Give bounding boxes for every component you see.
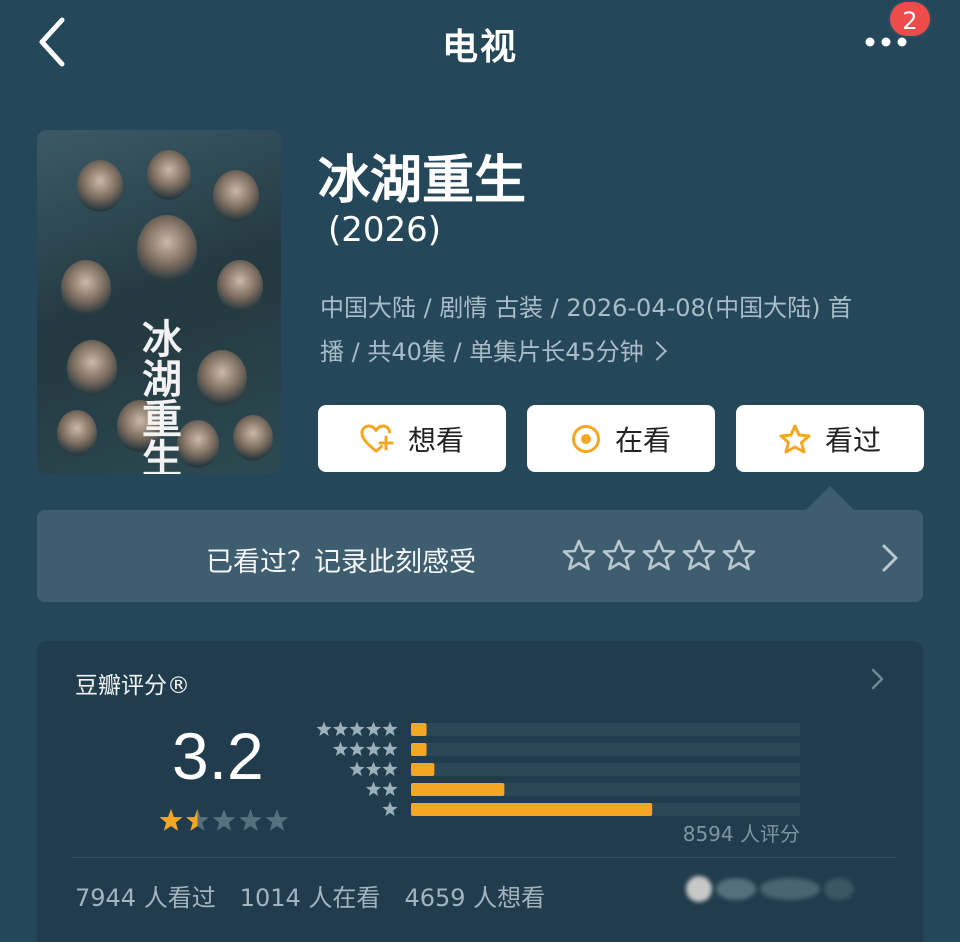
rate-prompt-card[interactable] [37,510,923,602]
watching-label: 在看 [614,423,671,457]
rating-stars [159,809,289,831]
star-outline-icon[interactable] [602,539,636,571]
star-outline-icon[interactable] [722,539,756,571]
watched-button[interactable]: 看过 [736,405,924,472]
show-year: (2026) [328,210,442,250]
star-empty-icon [239,809,262,831]
watched-count[interactable]: 7944 人看过 [75,884,216,912]
poster-image[interactable]: 冰湖重生 [37,130,281,474]
star-outline-icon[interactable] [682,539,716,571]
rate-stars[interactable] [562,539,756,571]
chevron-right-icon[interactable] [870,668,886,690]
star-outline-icon[interactable] [562,539,596,571]
watching-count[interactable]: 1014 人在看 [240,884,381,912]
want-to-watch-label: 想看 [407,423,464,457]
rating-score: 3.2 [172,719,264,793]
star-empty-icon [212,809,236,831]
page-title: 电视 [441,27,518,68]
meta-line-1: 中国大陆 / 剧情 古装 / 2026-04-08(中国大陆) 首 [320,294,853,322]
watched-label: 看过 [824,423,881,457]
star-outline-icon[interactable] [642,539,676,571]
meta-line-2: 播 / 共40集 / 单集片长45分钟 [320,338,644,366]
watching-button[interactable]: 在看 [527,405,715,472]
rate-card-pointer [806,486,854,510]
stats-row: 7944 人看过 1014 人在看 4659 人想看 [75,878,569,913]
want-count[interactable]: 4659 人想看 [404,884,545,912]
notification-badge: 2 [888,0,932,38]
avatar [686,876,712,902]
heart-plus-icon [360,424,394,452]
rating-total: 8594 人评分 [682,822,800,846]
avatar [716,878,756,900]
star-filled-icon [159,809,183,831]
want-to-watch-button[interactable]: 想看 [318,405,506,472]
divider [73,857,897,858]
star-empty-icon [265,809,289,831]
avatar [824,878,854,900]
show-meta[interactable]: 中国大陆 / 剧情 古装 / 2026-04-08(中国大陆) 首 播 / 共4… [320,286,920,374]
friend-avatars[interactable] [686,876,854,902]
chevron-right-icon[interactable] [878,544,902,572]
chevron-right-icon [646,341,667,361]
top-bar: 电视 2 [0,0,960,90]
poster-title-art: 冰湖重生 [142,316,182,475]
avatar [760,878,820,900]
star-outline-icon [779,424,811,453]
show-title: 冰湖重生 [318,151,527,211]
rating-label: 豆瓣评分® [75,673,190,699]
rate-prompt-text: 已看过？记录此刻感受 [206,547,476,578]
target-circle-icon [571,424,600,453]
